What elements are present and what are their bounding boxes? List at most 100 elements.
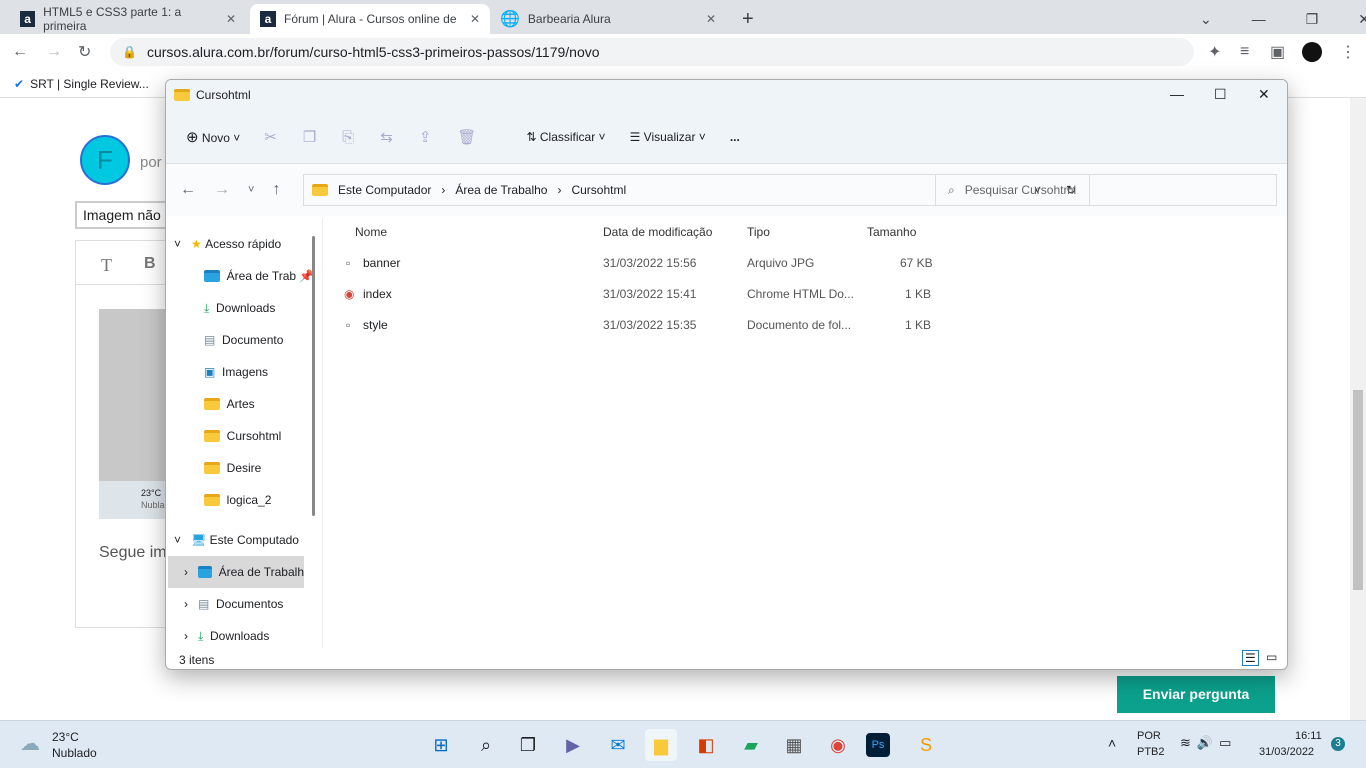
sublime-icon[interactable]: S (910, 729, 942, 761)
alura-icon: a (260, 11, 276, 27)
css-file-icon: ▫ (346, 317, 351, 332)
search-input[interactable]: ⌕ Pesquisar Cursohtml (935, 174, 1277, 206)
restore-icon[interactable]: ❐ (1306, 11, 1319, 28)
details-view-icon[interactable]: ☰ (1242, 650, 1259, 666)
sidebar-item[interactable]: logica_2 (204, 484, 344, 516)
task-view-icon[interactable]: ❐ (512, 729, 544, 761)
sidebar-this-pc[interactable]: ˅ 🖥 Este Computado (174, 524, 314, 556)
taskbar: ☁ 23°C Nublado ⊞ ⌕ ❐ ▶ ✉ ▆ ◧ ▰ ▦ ◉ Ps S … (0, 720, 1366, 768)
tab-barbearia[interactable]: 🌐 Barbearia Alura ✕ (490, 4, 726, 34)
minimize-icon[interactable]: — (1252, 11, 1266, 27)
sidebar-item[interactable]: › ⤓ Downloads (184, 620, 324, 652)
bookmark-srt[interactable]: SRT | Single Review... (30, 77, 149, 91)
sort-button[interactable]: ⇅ Classificar ˅ (526, 130, 605, 144)
file-explorer-icon[interactable]: ▆ (645, 729, 677, 761)
calculator-icon[interactable]: ▦ (778, 729, 810, 761)
close-icon[interactable]: ✕ (470, 12, 480, 26)
tab-strip: a HTML5 e CSS3 parte 1: a primeira ✕ a Fóru… (0, 0, 1366, 34)
photoshop-icon[interactable]: Ps (866, 733, 890, 757)
chrome-icon[interactable]: ◉ (822, 729, 854, 761)
forward-icon[interactable]: → (46, 43, 62, 61)
srt-icon: ✔ (14, 76, 25, 91)
close-icon[interactable]: ✕ (1358, 11, 1366, 28)
sidebar-item[interactable]: Desire (204, 452, 344, 484)
start-icon[interactable]: ⊞ (425, 729, 457, 761)
avatar: F (80, 135, 130, 185)
media-icon[interactable]: ≡ (1240, 43, 1249, 61)
office-icon[interactable]: ◧ (690, 729, 722, 761)
star-icon: ★ (191, 237, 202, 251)
document-icon: ▤ (204, 333, 216, 347)
file-row[interactable]: ◉ index 31/03/2022 15:41 Chrome HTML Do... 1… (342, 278, 942, 309)
chevron-up-icon[interactable]: ˄ (1108, 735, 1116, 751)
computer-icon: 🖥 (191, 533, 207, 547)
file-explorer-window: Cursohtml — ☐ ✕ ⊕ Novo ˅ ✂❐⎘⇆⇪🗑 ⇅ Classi… (165, 79, 1288, 670)
column-size[interactable]: Tamanho (867, 225, 916, 239)
sidebar-item[interactable]: Área de Trab 📌 (204, 260, 344, 292)
back-icon[interactable]: ← (12, 43, 28, 61)
forward-icon[interactable]: → (214, 181, 230, 199)
file-row[interactable]: ▫ style 31/03/2022 15:35 Documento de fol..… (342, 309, 942, 340)
close-icon[interactable]: ✕ (226, 12, 236, 26)
sidebar-icon[interactable]: ▣ (1270, 42, 1285, 62)
sidebar-item-selected[interactable]: › Área de Trabalh (168, 556, 304, 588)
view-button[interactable]: ☰ Visualizar ˅ (630, 130, 706, 144)
tiles-view-icon[interactable]: ▭ (1266, 650, 1277, 664)
tab-forum[interactable]: a Fórum | Alura - Cursos online de ✕ (250, 4, 490, 34)
column-type[interactable]: Tipo (747, 225, 770, 239)
menu-icon[interactable]: ⋮ (1340, 42, 1356, 62)
recent-icon[interactable]: ˅ (248, 184, 254, 196)
maximize-icon[interactable]: ☐ (1214, 86, 1227, 103)
browser-toolbar: ← → ↻ 🔒 cursos.alura.com.br/forum/curso-h… (0, 34, 1366, 70)
window-controls[interactable]: ⌄ — ❐ ✕ (1190, 4, 1366, 34)
chat-icon[interactable]: ▶ (557, 729, 589, 761)
close-icon[interactable]: ✕ (706, 12, 716, 26)
edit-actions: ✂❐⎘⇆⇪🗑 (264, 128, 503, 146)
bold-button[interactable]: B (144, 255, 156, 273)
cloud-icon: ☁ (20, 733, 40, 755)
submit-button[interactable]: Enviar pergunta (1117, 676, 1275, 713)
download-icon: ⤓ (204, 300, 210, 315)
avatar[interactable] (1302, 42, 1322, 62)
extensions-icon[interactable]: ✦ (1208, 42, 1221, 62)
title-bar: Cursohtml — ☐ ✕ (166, 80, 1287, 110)
sidebar-item[interactable]: ▣ Imagens (204, 356, 344, 388)
plus-icon: ⊕ (186, 128, 199, 146)
sidebar-scrollbar[interactable] (312, 236, 315, 516)
text-style-button[interactable]: T (101, 255, 112, 276)
close-icon[interactable]: ✕ (1258, 86, 1270, 103)
back-icon[interactable]: ← (180, 181, 196, 199)
notification-badge[interactable]: 3 (1331, 737, 1345, 751)
address-bar[interactable]: 🔒 cursos.alura.com.br/forum/curso-html5-c… (110, 38, 1194, 66)
reload-icon[interactable]: ↻ (78, 42, 91, 62)
up-icon[interactable]: ↑ (272, 181, 280, 199)
page-scrollbar[interactable] (1350, 98, 1366, 720)
system-tray-icons[interactable]: ≋🔊▭ (1180, 735, 1237, 751)
command-bar: ⊕ Novo ˅ ✂❐⎘⇆⇪🗑 ⇅ Classificar ˅ ☰ Visual… (166, 110, 1287, 164)
sidebar-item[interactable]: ⤓ Downloads (204, 292, 344, 324)
search-icon[interactable]: ⌕ (470, 729, 502, 761)
sidebar-item[interactable]: ▤ Documento (204, 324, 344, 356)
chevron-down-icon[interactable]: ⌄ (1200, 11, 1212, 28)
column-date[interactable]: Data de modificação (603, 225, 712, 239)
navigation-bar: ← → ˅ ↑ Este Computador › Área de Trabalho › Cu… (166, 164, 1287, 216)
sidebar-quick-access[interactable]: ˅ ★ Acesso rápido (174, 228, 314, 260)
app-icon[interactable]: ▰ (735, 729, 767, 761)
globe-icon: 🌐 (500, 11, 520, 28)
file-row[interactable]: ▫ banner 31/03/2022 15:56 Arquivo JPG 67 KB (342, 247, 942, 278)
new-button[interactable]: ⊕ Novo ˅ (186, 128, 240, 146)
chrome-icon: ◉ (344, 286, 355, 301)
minimize-icon[interactable]: — (1170, 86, 1184, 102)
column-headers: Nome Data de modificação Tipo Tamanho (342, 216, 942, 247)
sidebar-item[interactable]: › ▤ Documentos (184, 588, 324, 620)
more-button[interactable]: ... (730, 130, 740, 144)
column-name[interactable]: Nome (355, 225, 387, 239)
sidebar-item[interactable]: Artes (204, 388, 344, 420)
tab-html5[interactable]: a HTML5 e CSS3 parte 1: a primeira ✕ (10, 4, 246, 34)
new-tab-button[interactable]: + (732, 4, 764, 34)
mail-icon[interactable]: ✉ (602, 729, 634, 761)
status-bar: 3 itens (179, 653, 215, 667)
folder-icon (312, 184, 328, 196)
sidebar-item[interactable]: Cursohtml (204, 420, 344, 452)
image-icon: ▣ (204, 365, 216, 379)
